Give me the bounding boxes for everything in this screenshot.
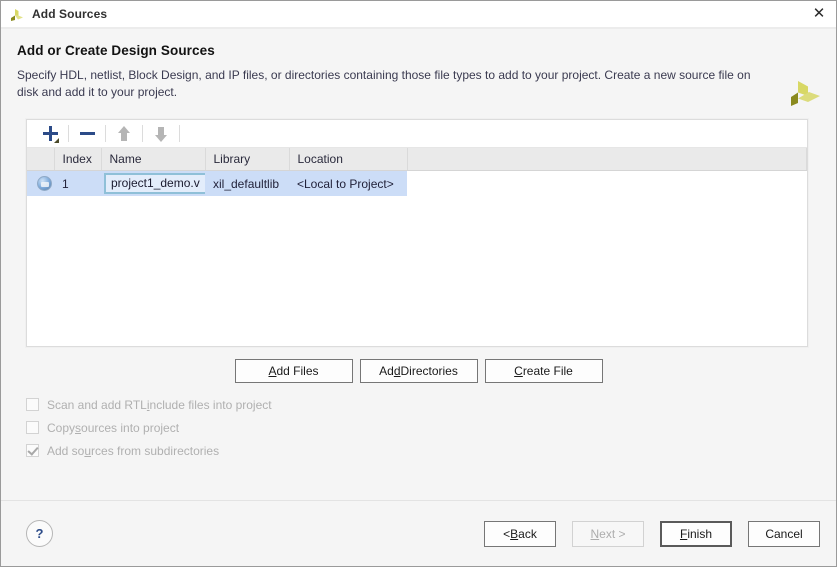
- create-file-label: reate File: [523, 364, 573, 378]
- add-directories-mnemonic: d: [394, 364, 401, 378]
- add-sources-dialog: Add Sources ✕ Add or Create Design Sourc…: [0, 0, 837, 567]
- option-label-post: rces from subdirectories: [91, 444, 219, 458]
- page-title: Add or Create Design Sources: [17, 43, 820, 58]
- add-files-label: dd Files: [276, 364, 318, 378]
- table-header-row: Index Name Library Location: [27, 148, 807, 171]
- xilinx-logo-icon: [787, 77, 823, 113]
- vivado-logo-icon: [9, 6, 25, 22]
- create-file-button[interactable]: Create File: [485, 359, 603, 383]
- toolbar-divider: [105, 125, 106, 142]
- toolbar-divider: [68, 125, 69, 142]
- add-source-button[interactable]: [35, 122, 65, 146]
- window-title: Add Sources: [32, 7, 107, 21]
- source-action-buttons: Add Files Add Directories Create File: [1, 359, 836, 383]
- next-button: Next >: [572, 521, 644, 547]
- row-file-type-icon-cell: [27, 171, 54, 197]
- add-directories-button[interactable]: Add Directories: [360, 359, 478, 383]
- option-mnemonic: u: [84, 444, 91, 458]
- options-group: Scan and add RTL include files into proj…: [26, 393, 272, 462]
- column-header-library[interactable]: Library: [205, 148, 289, 171]
- cancel-button[interactable]: Cancel: [748, 521, 820, 547]
- row-name-cell[interactable]: project1_demo.v: [101, 171, 205, 197]
- next-mnemonic: N: [590, 527, 599, 541]
- row-spacer: [407, 171, 807, 197]
- add-directories-label-pre: Ad: [379, 364, 394, 378]
- add-directories-label-post: Directories: [401, 364, 458, 378]
- wizard-buttons: < Back Next > Finish Cancel: [484, 521, 820, 547]
- verilog-file-icon: [37, 176, 52, 191]
- back-button[interactable]: < Back: [484, 521, 556, 547]
- finish-mnemonic: F: [680, 527, 687, 541]
- toolbar-divider: [142, 125, 143, 142]
- option-label-post: ources into project: [81, 421, 179, 435]
- banner: Add or Create Design Sources Specify HDL…: [1, 29, 836, 111]
- remove-source-button[interactable]: [72, 122, 102, 146]
- sources-list-panel: Index Name Library Location 1 p: [26, 119, 808, 347]
- page-description: Specify HDL, netlist, Block Design, and …: [17, 67, 769, 101]
- file-name-input[interactable]: project1_demo.v: [104, 173, 205, 194]
- column-header-location[interactable]: Location: [289, 148, 407, 171]
- sources-table: Index Name Library Location 1 p: [27, 148, 807, 196]
- column-header-name[interactable]: Name: [101, 148, 205, 171]
- add-files-button[interactable]: Add Files: [235, 359, 353, 383]
- close-icon[interactable]: ✕: [802, 1, 836, 26]
- list-toolbar: [27, 120, 807, 148]
- option-label-pre: Copy: [47, 421, 75, 435]
- arrow-up-icon: [117, 126, 131, 142]
- option-label-pre: Add so: [47, 444, 84, 458]
- option-add-subdirectories[interactable]: Add sources from subdirectories: [26, 439, 272, 462]
- chevron-down-icon: [54, 138, 59, 143]
- back-mnemonic: B: [510, 527, 518, 541]
- next-label: ext >: [599, 527, 625, 541]
- dialog-body: Index Name Library Location 1 p: [1, 111, 836, 500]
- row-library[interactable]: xil_defaultlib: [205, 171, 289, 197]
- toolbar-divider: [179, 125, 180, 142]
- move-up-button[interactable]: [109, 122, 139, 146]
- checkbox-copy-sources[interactable]: [26, 421, 39, 434]
- row-location: <Local to Project>: [289, 171, 407, 197]
- option-label-post: nclude files into project: [150, 398, 272, 412]
- finish-label: inish: [687, 527, 712, 541]
- add-files-mnemonic: A: [268, 364, 276, 378]
- title-bar: Add Sources ✕: [1, 1, 836, 27]
- column-header-icon[interactable]: [27, 148, 54, 171]
- checkbox-scan-rtl-include[interactable]: [26, 398, 39, 411]
- option-scan-rtl-include[interactable]: Scan and add RTL include files into proj…: [26, 393, 272, 416]
- row-index: 1: [54, 171, 101, 197]
- table-row[interactable]: 1 project1_demo.v xil_defaultlib <Local …: [27, 171, 807, 197]
- footer: ? < Back Next > Finish Cancel: [1, 501, 836, 566]
- minus-icon: [80, 132, 95, 135]
- column-header-spacer: [407, 148, 807, 171]
- option-label-pre: Scan and add RTL: [47, 398, 147, 412]
- move-down-button[interactable]: [146, 122, 176, 146]
- column-header-index[interactable]: Index: [54, 148, 101, 171]
- create-file-mnemonic: C: [514, 364, 523, 378]
- help-button[interactable]: ?: [26, 520, 53, 547]
- checkbox-add-subdirectories[interactable]: [26, 444, 39, 457]
- finish-button[interactable]: Finish: [660, 521, 732, 547]
- back-label-post: ack: [518, 527, 537, 541]
- plus-icon: [42, 125, 59, 142]
- option-copy-sources[interactable]: Copy sources into project: [26, 416, 272, 439]
- back-label-pre: <: [503, 527, 510, 541]
- arrow-down-icon: [154, 126, 168, 142]
